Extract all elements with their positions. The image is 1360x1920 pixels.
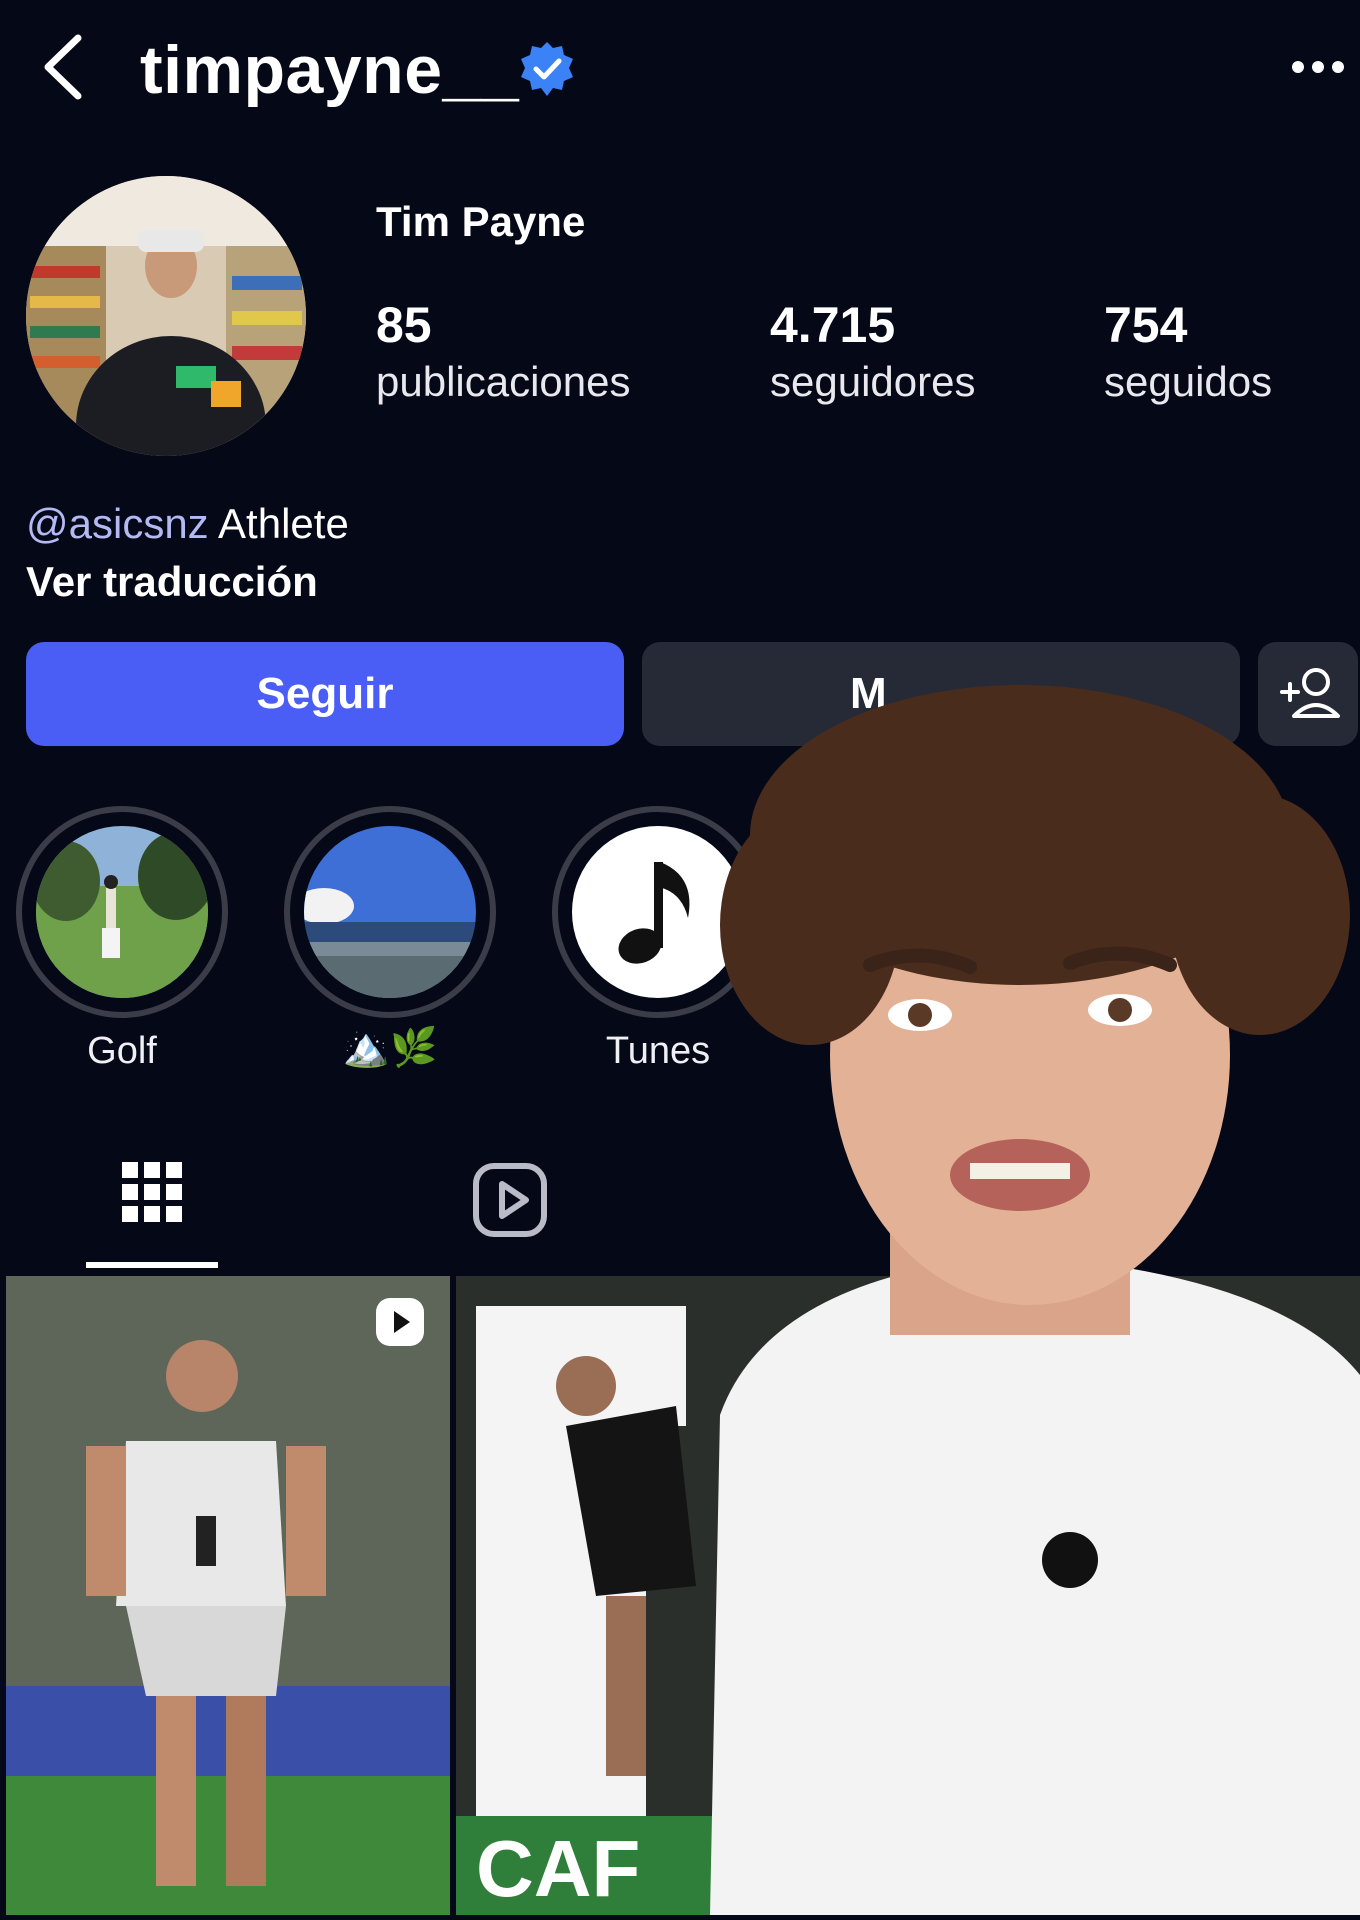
reels-icon[interactable] [470, 1160, 550, 1240]
verified-badge-icon [521, 42, 573, 96]
chevron-left-icon[interactable] [38, 32, 90, 102]
profile-username: timpayne__ [140, 32, 520, 108]
following-count[interactable]: 754 [1104, 296, 1187, 354]
followers-count[interactable]: 4.715 [770, 296, 895, 354]
avatar-photo [26, 176, 306, 456]
highlight-label: Golf [87, 1030, 157, 1072]
post-image-soccer-player [6, 1276, 450, 1915]
follow-button[interactable]: Seguir [26, 642, 624, 746]
highlight-golf-image [36, 826, 208, 998]
translate-link[interactable]: Ver traducción [26, 558, 318, 606]
video-overlay-person [690, 655, 1360, 1915]
bio-mention-link[interactable]: @asicsnz [26, 500, 209, 547]
profile-header: timpayne__ [0, 0, 1360, 140]
active-tab-indicator [86, 1262, 218, 1268]
highlight-beach-image [304, 826, 476, 998]
posts-label[interactable]: publicaciones [376, 358, 631, 406]
profile-display-name: Tim Payne [376, 198, 586, 245]
post-overlay-text: CAF [476, 1824, 640, 1913]
creator-photo [710, 685, 1360, 1915]
post-thumbnail[interactable] [6, 1276, 450, 1915]
followers-label[interactable]: seguidores [770, 358, 975, 406]
profile-avatar[interactable] [26, 176, 306, 456]
bio-description: Athlete [218, 500, 349, 547]
grid-icon[interactable] [86, 1154, 218, 1272]
reel-play-icon [376, 1298, 424, 1346]
highlight-golf[interactable] [16, 806, 228, 1018]
highlight-mountain-leaf[interactable] [284, 806, 496, 1018]
bio-text: @asicsnz Athlete [26, 500, 349, 548]
following-label[interactable]: seguidos [1104, 358, 1272, 406]
more-horizontal-icon[interactable] [1290, 55, 1346, 79]
highlight-label: 🏔️🌿 [342, 1027, 438, 1069]
posts-count[interactable]: 85 [376, 296, 432, 354]
